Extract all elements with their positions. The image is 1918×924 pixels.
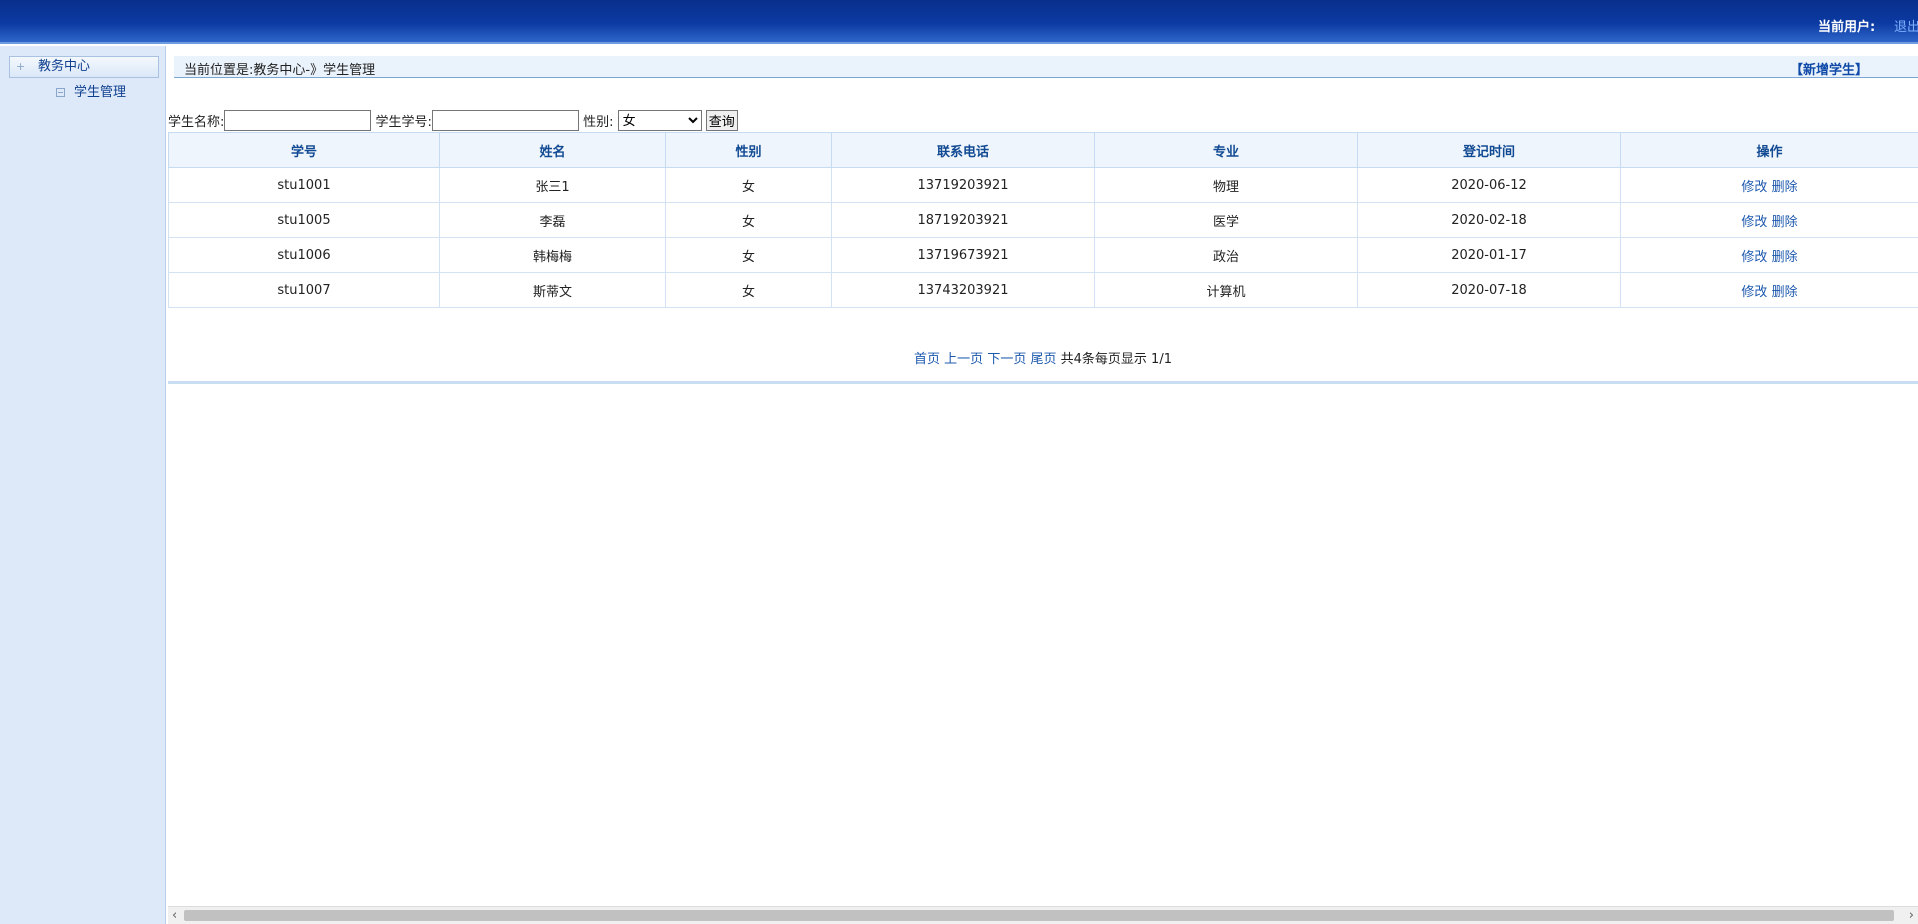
scroll-right-icon[interactable]: › [1909, 908, 1914, 923]
cell-major: 计算机 [1094, 272, 1358, 308]
column-header-student-id: 学号 [168, 132, 440, 168]
cell-register-date: 2020-06-12 [1357, 167, 1621, 203]
top-banner: 当前用户: 退出 [0, 0, 1918, 44]
student-id-input[interactable] [431, 110, 579, 131]
horizontal-scrollbar[interactable]: ‹ › [168, 906, 1918, 924]
cell-register-date: 2020-02-18 [1357, 202, 1621, 238]
cell-name: 斯蒂文 [439, 272, 666, 308]
cell-major: 物理 [1094, 167, 1358, 203]
edit-link[interactable]: 修改 [1741, 285, 1767, 300]
cell-actions: 修改 删除 [1620, 237, 1918, 273]
logout-link[interactable]: 退出 [1894, 16, 1918, 35]
table-header-row: 学号 姓名 性别 联系电话 专业 登记时间 操作 [168, 132, 1918, 168]
first-page-link[interactable]: 首页 [914, 352, 940, 367]
prev-page-link[interactable]: 上一页 [944, 352, 983, 367]
sidebar-section-label: 教务中心 [38, 59, 91, 74]
cell-major: 医学 [1094, 202, 1358, 238]
cell-gender: 女 [665, 167, 832, 203]
delete-link[interactable]: 删除 [1772, 285, 1798, 300]
breadcrumb: 当前位置是:教务中心-》学生管理 [184, 63, 376, 78]
cell-student-id: stu1005 [168, 202, 440, 238]
cell-phone: 18719203921 [831, 202, 1095, 238]
cell-major: 政治 [1094, 237, 1358, 273]
pagination: 首页 上一页 下一页 尾页 共4条每页显示 1/1 [168, 345, 1918, 384]
table-row: stu1007 斯蒂文 女 13743203921 计算机 2020-07-18… [168, 272, 1918, 308]
cell-gender: 女 [665, 272, 832, 308]
cell-student-id: stu1006 [168, 237, 440, 273]
page-summary: 共4条每页显示 1/1 [1060, 352, 1172, 367]
table-row: stu1001 张三1 女 13719203921 物理 2020-06-12 … [168, 167, 1918, 203]
tree-node-icon [56, 88, 65, 97]
gender-select[interactable]: 女 [617, 110, 702, 131]
column-header-gender: 性别 [665, 132, 832, 168]
cell-gender: 女 [665, 237, 832, 273]
cell-name: 李磊 [439, 202, 666, 238]
next-page-link[interactable]: 下一页 [987, 352, 1026, 367]
scrollbar-thumb[interactable] [184, 910, 1894, 921]
cell-name: 张三1 [439, 167, 666, 203]
edit-link[interactable]: 修改 [1741, 215, 1767, 230]
search-form: 学生名称: 学生学号: 性别: 女 查询 [168, 110, 738, 132]
cell-gender: 女 [665, 202, 832, 238]
breadcrumb-bar: 当前位置是:教务中心-》学生管理 【新增学生】 [174, 56, 1918, 78]
student-table: 学号 姓名 性别 联系电话 专业 登记时间 操作 stu1001 张三1 女 1… [168, 132, 1918, 308]
cell-actions: 修改 删除 [1620, 272, 1918, 308]
sidebar: + 教务中心 学生管理 [0, 46, 166, 924]
cell-phone: 13743203921 [831, 272, 1095, 308]
delete-link[interactable]: 删除 [1772, 180, 1798, 195]
cell-actions: 修改 删除 [1620, 202, 1918, 238]
delete-link[interactable]: 删除 [1772, 250, 1798, 265]
cell-actions: 修改 删除 [1620, 167, 1918, 203]
table-row: stu1005 李磊 女 18719203921 医学 2020-02-18 修… [168, 202, 1918, 238]
cell-phone: 13719673921 [831, 237, 1095, 273]
current-user-label: 当前用户: [1818, 20, 1876, 35]
student-name-input[interactable] [224, 110, 372, 131]
add-student-link[interactable]: 【新增学生】 [1790, 59, 1868, 78]
gender-label: 性别: [583, 115, 614, 130]
table-row: stu1006 韩梅梅 女 13719673921 政治 2020-01-17 … [168, 237, 1918, 273]
student-name-label: 学生名称: [168, 115, 225, 130]
column-header-major: 专业 [1094, 132, 1358, 168]
column-header-name: 姓名 [439, 132, 666, 168]
edit-link[interactable]: 修改 [1741, 180, 1767, 195]
cell-student-id: stu1001 [168, 167, 440, 203]
main-content: 当前位置是:教务中心-》学生管理 【新增学生】 学生名称: 学生学号: 性别: … [168, 46, 1918, 906]
cell-register-date: 2020-07-18 [1357, 272, 1621, 308]
edit-link[interactable]: 修改 [1741, 250, 1767, 265]
column-header-register-date: 登记时间 [1357, 132, 1621, 168]
sidebar-item-student-management[interactable]: 学生管理 [56, 84, 126, 102]
cell-student-id: stu1007 [168, 272, 440, 308]
cell-name: 韩梅梅 [439, 237, 666, 273]
expand-icon: + [16, 60, 26, 73]
cell-register-date: 2020-01-17 [1357, 237, 1621, 273]
column-header-phone: 联系电话 [831, 132, 1095, 168]
cell-phone: 13719203921 [831, 167, 1095, 203]
student-id-label: 学生学号: [375, 115, 432, 130]
query-button[interactable]: 查询 [705, 110, 738, 131]
sidebar-section-academic[interactable]: + 教务中心 [9, 56, 159, 78]
last-page-link[interactable]: 尾页 [1030, 352, 1056, 367]
sidebar-item-label: 学生管理 [74, 85, 127, 100]
column-header-actions: 操作 [1620, 132, 1918, 168]
scroll-left-icon[interactable]: ‹ [172, 908, 177, 923]
delete-link[interactable]: 删除 [1772, 215, 1798, 230]
